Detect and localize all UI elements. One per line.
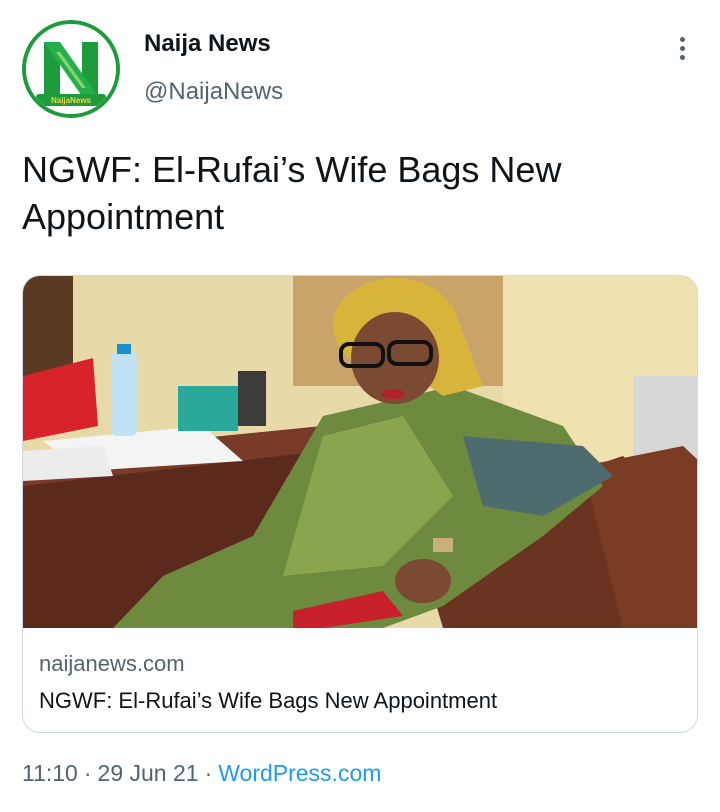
naija-news-logo-icon: NaijaNews [26, 24, 116, 114]
more-options-button[interactable] [664, 28, 700, 68]
account-name[interactable]: Naija News [144, 30, 271, 58]
more-dot [679, 54, 685, 60]
link-card[interactable]: naijanews.com NGWF: El-Rufai’s Wife Bags… [22, 275, 698, 733]
tweet-header: NaijaNews Naija News @NaijaNews [0, 0, 720, 130]
account-handle[interactable]: @NaijaNews [144, 78, 283, 106]
card-title: NGWF: El-Rufai’s Wife Bags New Appointme… [39, 688, 498, 713]
more-dot [679, 45, 685, 51]
tweet-date[interactable]: 29 Jun 21 [98, 760, 199, 786]
tweet-text: NGWF: El-Rufai’s Wife Bags New Appointme… [22, 149, 562, 237]
meta-separator: · [83, 760, 92, 786]
avatar-logo-text: NaijaNews [51, 96, 92, 105]
tweet-time[interactable]: 11:10 [22, 760, 78, 786]
card-domain: naijanews.com [39, 651, 185, 676]
tweet-source-link[interactable]: WordPress.com [218, 760, 381, 786]
card-image[interactable] [23, 276, 698, 628]
tweet-meta: 11:10 · 29 Jun 21 · WordPress.com [22, 760, 381, 787]
meta-separator: · [204, 760, 213, 786]
more-vertical-icon [679, 36, 685, 42]
avatar[interactable]: NaijaNews [22, 20, 120, 118]
